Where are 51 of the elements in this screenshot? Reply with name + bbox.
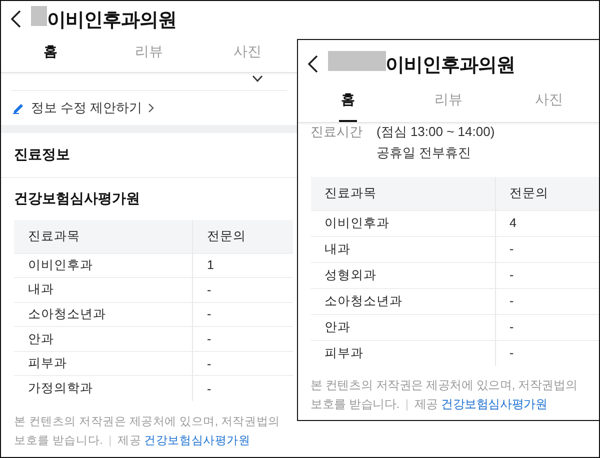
chevron-down-icon[interactable]	[252, 75, 262, 83]
table-cell: -	[495, 288, 599, 314]
window-title: 이비인후과의원	[328, 50, 515, 78]
column-header: 전문의	[495, 177, 599, 210]
hours-text: 공휴일 전부휴진	[376, 144, 472, 162]
hours-text: (점심 13:00 ~ 14:00)	[376, 123, 495, 141]
pencil-icon	[13, 102, 25, 114]
copyright-notice: 본 컨텐츠의 저작권은 제공처에 있으며, 저작권법의 보호를 받습니다. | 제공 건강보험심사평가원	[14, 414, 281, 449]
column-header: 진료과목	[310, 177, 496, 210]
column-header: 전문의	[192, 220, 293, 253]
tab[interactable]: 홈	[1, 33, 100, 72]
tab[interactable]: 사진	[198, 33, 296, 72]
provider-link[interactable]: 건강보험심사평가원	[441, 397, 548, 411]
copyright-notice: 본 컨텐츠의 저작권은 제공처에 있으며, 저작권법의 보호를 받습니다. | 제공 건강보험심사평가원	[310, 377, 578, 413]
hours-label: 진료시간	[310, 123, 362, 141]
provider-link[interactable]: 건강보험심사평가원	[144, 434, 250, 447]
table-cell: -	[495, 314, 599, 340]
table-cell: -	[495, 236, 599, 262]
table-cell: 소아청소년과	[310, 288, 496, 314]
table-cell: 안과	[310, 314, 496, 340]
table-cell: 성형외과	[310, 262, 496, 288]
table-cell: -	[495, 262, 599, 288]
table-cell: -	[192, 376, 293, 401]
table-cell: -	[192, 326, 293, 352]
column-header: 진료과목	[14, 220, 193, 253]
tab[interactable]: 사진	[498, 80, 599, 122]
table-cell: 피부과	[310, 340, 496, 366]
table-cell: 내과	[14, 278, 193, 302]
table-cell: -	[495, 340, 599, 366]
tab[interactable]: 홈	[298, 80, 398, 122]
table-cell: -	[192, 351, 293, 376]
table-cell: 피부과	[14, 351, 193, 376]
table-cell: 내과	[310, 236, 496, 262]
table-cell: 4	[495, 210, 599, 236]
source-title: 건강보험심사평가원	[13, 189, 141, 208]
table-cell: 가정의학과	[14, 376, 193, 401]
chevron-right-icon	[148, 103, 154, 113]
table-cell: 이비인후과	[310, 210, 496, 236]
tab[interactable]: 리뷰	[398, 80, 498, 122]
tab[interactable]: 리뷰	[100, 33, 198, 72]
table-cell: 이비인후과	[14, 253, 193, 278]
back-icon[interactable]	[11, 10, 21, 28]
window-title: 이비인후과의원	[31, 6, 176, 32]
table-cell: 소아청소년과	[14, 302, 193, 327]
section-title: 진료정보	[1, 133, 296, 178]
table-cell: -	[192, 302, 293, 327]
table-cell: 안과	[14, 326, 193, 352]
back-icon[interactable]	[308, 55, 318, 73]
table-cell: -	[192, 278, 293, 302]
edit-suggestion-link[interactable]: 정보 수정 제안하기	[1, 91, 296, 125]
table-cell: 1	[192, 253, 293, 278]
